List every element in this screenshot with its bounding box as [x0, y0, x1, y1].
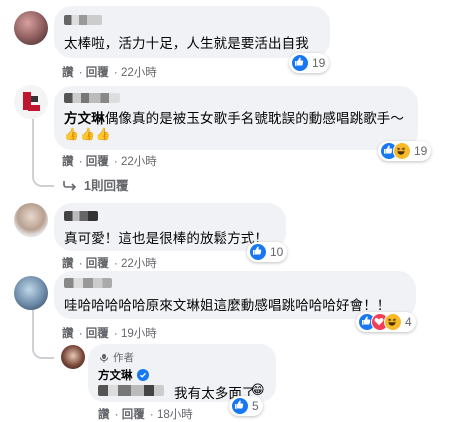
blurred-name [64, 15, 102, 25]
blurred-name [64, 211, 98, 221]
reply-name-row: 方文琳 [98, 367, 149, 383]
author-badge: 作者 [98, 350, 134, 365]
comment-text: 真可愛！這也是很棒的放鬆方式！ [64, 231, 268, 246]
author-badge-label: 作者 [113, 352, 134, 364]
verified-icon [136, 369, 149, 381]
like-icon [231, 397, 249, 415]
reaction-summary[interactable]: 5 [229, 396, 263, 416]
comment-bubble: 方文琳偶像真的是被玉女歌手名號耽誤的動感唱跳歌手～ 👍👍👍 [54, 86, 418, 150]
comment-text: 哇哈哈哈哈哈原來文琳姐這麼動感唱跳哈哈哈好會！！ [64, 298, 391, 313]
comment-text: 偶像真的是被玉女歌手名號耽誤的動感唱跳歌手～ [104, 111, 405, 126]
timestamp[interactable]: 19小時 [121, 328, 157, 340]
like-link[interactable]: 讚 [62, 67, 74, 79]
like-link[interactable]: 讚 [62, 328, 74, 340]
reply-link[interactable]: 回覆 [86, 258, 109, 270]
reaction-count: 19 [414, 144, 428, 158]
author-name[interactable]: 方文琳 [98, 367, 133, 383]
comment-bubble: 太棒啦，活力十足，人生就是要活出自我 [54, 6, 330, 58]
comment-actions: 讚 · 回覆 · 22小時 [62, 156, 157, 168]
microphone-icon [100, 353, 108, 362]
timestamp[interactable]: 22小時 [121, 258, 157, 270]
like-link[interactable]: 讚 [62, 156, 74, 168]
like-link[interactable]: 讚 [98, 409, 110, 421]
reply-link[interactable]: 回覆 [122, 409, 145, 421]
reaction-summary[interactable]: 10 [247, 242, 288, 262]
like-icon [249, 243, 267, 261]
reply-link[interactable]: 回覆 [86, 67, 109, 79]
reaction-summary[interactable]: 4 [356, 312, 416, 332]
avatar[interactable] [14, 85, 48, 119]
reaction-summary[interactable]: 19 [378, 141, 432, 161]
reaction-summary[interactable]: 19 [289, 53, 330, 73]
emoji-line: 👍👍👍 [64, 127, 112, 141]
reply-bubble: 作者 方文琳 我有太多面了 😁 [88, 344, 276, 402]
timestamp[interactable]: 18小時 [157, 409, 193, 421]
reply-link[interactable]: 回覆 [86, 156, 109, 168]
blurred-name [64, 93, 120, 103]
blurred-name [64, 278, 112, 288]
replies-count[interactable]: 1則回覆 [84, 175, 128, 194]
comment-actions: 讚 · 回覆 · 22小時 [62, 67, 157, 79]
blurred-mention [98, 385, 164, 396]
avatar[interactable] [14, 276, 48, 310]
reaction-count: 5 [252, 399, 259, 413]
avatar[interactable] [14, 11, 48, 45]
reaction-count: 10 [270, 245, 284, 259]
reaction-count: 19 [312, 56, 326, 70]
thread-line [32, 305, 54, 359]
author-avatar[interactable] [61, 345, 85, 369]
reply-link[interactable]: 回覆 [86, 328, 109, 340]
comment-actions: 讚 · 回覆 · 19小時 [62, 328, 157, 340]
view-replies-link[interactable]: 1則回覆 [62, 175, 128, 194]
comment-text-line: 方文琳偶像真的是被玉女歌手名號耽誤的動感唱跳歌手～ [64, 107, 404, 127]
timestamp[interactable]: 22小時 [121, 156, 157, 168]
comment-text: 太棒啦，活力十足，人生就是要活出自我 [64, 36, 309, 51]
thread-line [32, 113, 54, 187]
haha-icon [393, 142, 411, 160]
avatar-logo-icon [23, 92, 40, 111]
reply-arrow-icon [63, 180, 77, 191]
reaction-count: 4 [405, 315, 412, 329]
comment-actions: 讚 · 回覆 · 22小時 [62, 258, 157, 270]
mentioned-name[interactable]: 方文琳 [64, 111, 105, 126]
like-link[interactable]: 讚 [62, 258, 74, 270]
like-icon [291, 54, 309, 72]
avatar[interactable] [14, 203, 48, 237]
timestamp[interactable]: 22小時 [121, 67, 157, 79]
haha-icon [384, 313, 402, 331]
